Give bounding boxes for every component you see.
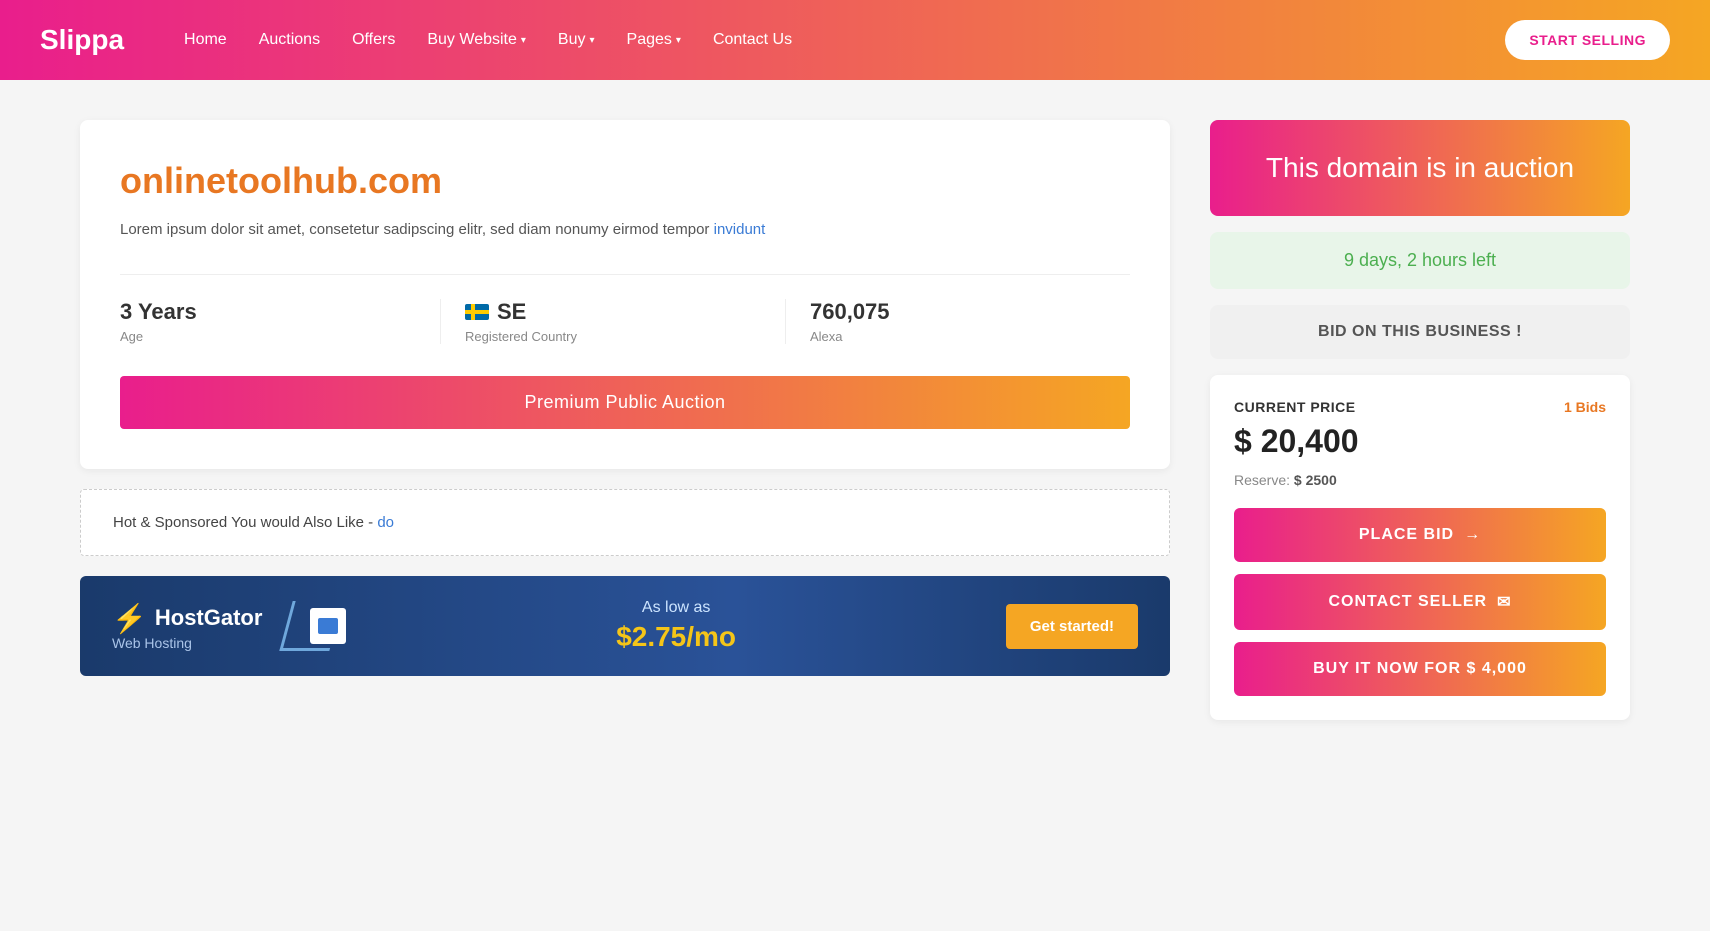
age-value: 3 Years bbox=[120, 299, 416, 325]
auction-header-title: This domain is in auction bbox=[1234, 152, 1606, 184]
domain-name: onlinetoolhub.com bbox=[120, 160, 1130, 202]
main-content: onlinetoolhub.com Lorem ipsum dolor sit … bbox=[0, 80, 1710, 760]
hostgator-deal: As low as $2.75/mo bbox=[370, 599, 981, 653]
time-left-card: 9 days, 2 hours left bbox=[1210, 232, 1630, 289]
bids-count: 1 Bids bbox=[1564, 399, 1606, 415]
country-label: Registered Country bbox=[465, 329, 761, 344]
country-value: SE bbox=[465, 299, 761, 325]
stat-country: SE Registered Country bbox=[465, 299, 786, 344]
current-price-label: CURRENT PRICE bbox=[1234, 399, 1356, 415]
domain-stats: 3 Years Age SE Registered Country 760,07… bbox=[120, 274, 1130, 344]
left-panel: onlinetoolhub.com Lorem ipsum dolor sit … bbox=[80, 120, 1170, 720]
arrow-icon: → bbox=[1464, 526, 1481, 544]
time-left-text: 9 days, 2 hours left bbox=[1234, 250, 1606, 271]
nav-item-auctions[interactable]: Auctions bbox=[259, 31, 320, 49]
chevron-down-icon: ▾ bbox=[590, 35, 595, 46]
nav-item-buy-website[interactable]: Buy Website ▾ bbox=[427, 31, 526, 49]
place-bid-button[interactable]: PLACE BID → bbox=[1234, 508, 1606, 562]
hostgator-price: $2.75/mo bbox=[370, 621, 981, 653]
hostgator-logo: ⚡ HostGator Web Hosting bbox=[112, 602, 262, 651]
auction-badge: Premium Public Auction bbox=[120, 376, 1130, 429]
contact-seller-button[interactable]: CONTACT SELLER ✉ bbox=[1234, 574, 1606, 630]
nav-item-home[interactable]: Home bbox=[184, 31, 227, 49]
price-value: $ 20,400 bbox=[1234, 423, 1606, 460]
chevron-down-icon: ▾ bbox=[521, 35, 526, 46]
sponsored-card: Hot & Sponsored You would Also Like - do bbox=[80, 489, 1170, 556]
sponsored-link[interactable]: do bbox=[377, 514, 394, 531]
nav-item-pages[interactable]: Pages ▾ bbox=[627, 31, 681, 49]
sponsored-text: Hot & Sponsored You would Also Like - bbox=[113, 514, 377, 531]
stat-age: 3 Years Age bbox=[120, 299, 441, 344]
start-selling-button[interactable]: START SELLING bbox=[1505, 20, 1670, 60]
nav-item-buy[interactable]: Buy ▾ bbox=[558, 31, 595, 49]
logo[interactable]: Slippa bbox=[40, 24, 124, 56]
bid-business-text: BID ON THIS BUSINESS ! bbox=[1234, 323, 1606, 341]
bid-business-card: BID ON THIS BUSINESS ! bbox=[1210, 305, 1630, 359]
main-nav: Home Auctions Offers Buy Website ▾ Buy ▾… bbox=[184, 20, 1670, 60]
hostgator-icon: ⚡ bbox=[112, 602, 147, 635]
hostgator-banner[interactable]: ⚡ HostGator Web Hosting As low as $2.75/… bbox=[80, 576, 1170, 676]
hostgator-graphic bbox=[286, 601, 346, 651]
description-link[interactable]: invidunt bbox=[714, 221, 766, 238]
hostgator-sub: Web Hosting bbox=[112, 635, 192, 651]
hostgator-logo-text: ⚡ HostGator bbox=[112, 602, 262, 635]
price-header: CURRENT PRICE 1 Bids bbox=[1234, 399, 1606, 415]
alexa-value: 760,075 bbox=[810, 299, 1106, 325]
price-card: CURRENT PRICE 1 Bids $ 20,400 Reserve: $… bbox=[1210, 375, 1630, 720]
buy-now-button[interactable]: BUY IT NOW FOR $ 4,000 bbox=[1234, 642, 1606, 696]
envelope-icon: ✉ bbox=[1497, 592, 1511, 612]
chevron-down-icon: ▾ bbox=[676, 35, 681, 46]
header: Slippa Home Auctions Offers Buy Website … bbox=[0, 0, 1710, 80]
auction-header-card: This domain is in auction bbox=[1210, 120, 1630, 216]
age-label: Age bbox=[120, 329, 416, 344]
stat-alexa: 760,075 Alexa bbox=[810, 299, 1130, 344]
right-panel: This domain is in auction 9 days, 2 hour… bbox=[1210, 120, 1630, 720]
reserve-price: Reserve: $ 2500 bbox=[1234, 472, 1606, 488]
alexa-label: Alexa bbox=[810, 329, 1106, 344]
nav-item-contact[interactable]: Contact Us bbox=[713, 31, 792, 49]
domain-card: onlinetoolhub.com Lorem ipsum dolor sit … bbox=[80, 120, 1170, 469]
domain-description: Lorem ipsum dolor sit amet, consetetur s… bbox=[120, 218, 1130, 242]
nav-item-offers[interactable]: Offers bbox=[352, 31, 395, 49]
sweden-flag-icon bbox=[465, 304, 489, 320]
hostgator-cta-button[interactable]: Get started! bbox=[1006, 604, 1138, 649]
hostgator-deal-text: As low as bbox=[370, 599, 981, 617]
